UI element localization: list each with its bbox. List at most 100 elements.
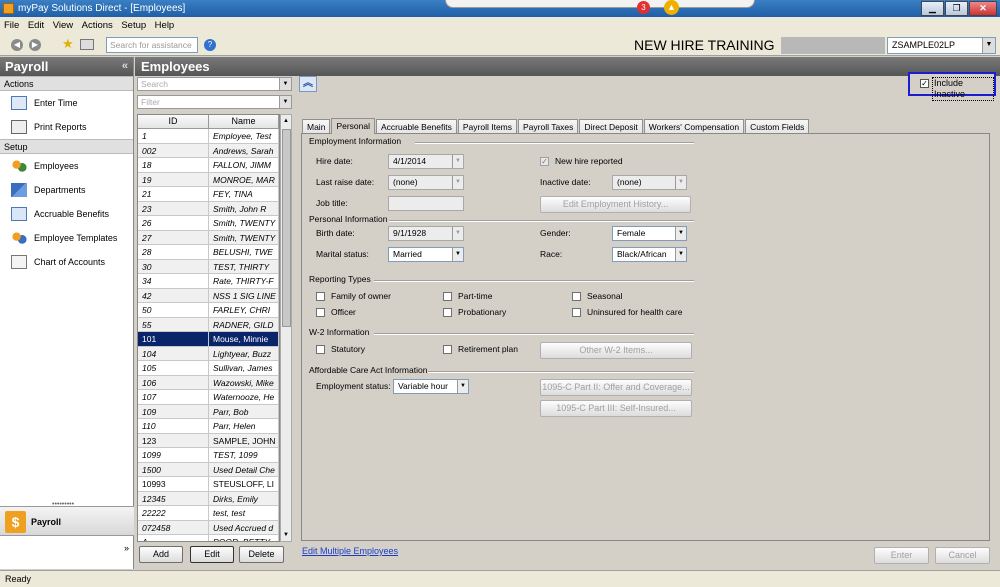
favorites-star-icon[interactable]: ★ xyxy=(62,36,74,52)
add-button[interactable]: Add xyxy=(139,546,183,563)
table-row[interactable]: 107 Waternooze, He xyxy=(138,390,279,405)
warning-icon[interactable]: ▲ xyxy=(664,0,679,15)
retirement-plan-checkbox[interactable] xyxy=(443,345,452,354)
menu-actions[interactable]: Actions xyxy=(79,20,116,31)
inactive-date-field[interactable]: (none) ▼ xyxy=(612,175,687,190)
nav-more-chevron-icon[interactable]: » xyxy=(124,543,129,553)
table-scrollbar[interactable]: ▲ ▼ xyxy=(280,114,292,542)
table-row[interactable]: 072458 Used Accrued d xyxy=(138,520,279,535)
edit-multiple-employees-link[interactable]: Edit Multiple Employees xyxy=(302,546,398,556)
nav-item-employee-templates[interactable]: Employee Templates xyxy=(0,226,133,250)
tab-payroll-taxes[interactable]: Payroll Taxes xyxy=(518,119,579,134)
tab-direct-deposit[interactable]: Direct Deposit xyxy=(579,119,643,134)
table-row[interactable]: 123 SAMPLE, JOHN xyxy=(138,433,279,448)
table-row[interactable]: 34 Rate, THIRTY-F xyxy=(138,274,279,289)
close-button[interactable]: ✕ xyxy=(969,1,997,16)
edit-employment-history-button[interactable]: Edit Employment History... xyxy=(540,196,691,213)
tab-accruable-benefits[interactable]: Accruable Benefits xyxy=(376,119,457,134)
column-header-name[interactable]: Name xyxy=(209,115,279,128)
gender-select[interactable]: Female ▼ xyxy=(612,226,687,241)
history-icon[interactable] xyxy=(80,39,94,50)
job-title-input[interactable] xyxy=(388,196,464,211)
employee-search-input[interactable]: Search ▼ xyxy=(137,77,292,91)
statutory-checkbox[interactable] xyxy=(316,345,325,354)
table-row[interactable]: 23 Smith, John R xyxy=(138,201,279,216)
tab-personal[interactable]: Personal xyxy=(331,118,375,134)
hire-date-field[interactable]: 4/1/2014 ▼ xyxy=(388,154,464,169)
table-row[interactable]: 104 Lightyear, Buzz xyxy=(138,346,279,361)
table-row[interactable]: 21 FEY, TINA xyxy=(138,187,279,202)
column-header-id[interactable]: ID xyxy=(138,115,209,128)
table-row[interactable]: 30 TEST, THIRTY xyxy=(138,259,279,274)
menu-edit[interactable]: Edit xyxy=(25,20,47,31)
delete-button[interactable]: Delete xyxy=(239,546,284,563)
officer-checkbox[interactable] xyxy=(316,308,325,317)
1095c-part3-button[interactable]: 1095-C Part III: Self-Insured... xyxy=(540,400,692,417)
assistance-search-input[interactable]: Search for assistance xyxy=(106,37,198,53)
forward-icon[interactable]: ▶ xyxy=(29,39,41,51)
nav-item-employees[interactable]: Employees xyxy=(0,154,133,178)
seasonal-checkbox[interactable] xyxy=(572,292,581,301)
minimize-button[interactable]: ▁ xyxy=(921,1,944,16)
table-row[interactable]: 002 Andrews, Sarah xyxy=(138,143,279,158)
tab-workers-compensation[interactable]: Workers' Compensation xyxy=(643,119,745,134)
enter-button[interactable]: Enter xyxy=(874,547,929,564)
table-row[interactable]: 28 BELUSHI, TWE xyxy=(138,245,279,260)
table-row[interactable]: 1500 Used Detail Che xyxy=(138,462,279,477)
nav-module-payroll[interactable]: $ Payroll xyxy=(0,506,134,536)
nav-item-print-reports[interactable]: Print Reports xyxy=(0,115,133,139)
nav-item-chart-of-accounts[interactable]: Chart of Accounts xyxy=(0,250,133,274)
table-row[interactable]: 1 Employee, Test xyxy=(138,129,279,144)
employee-filter-input[interactable]: Filter ▼ xyxy=(137,95,292,109)
help-icon[interactable]: ? xyxy=(204,39,216,51)
family-of-owner-checkbox[interactable] xyxy=(316,292,325,301)
checkbox-checked[interactable]: ✓ xyxy=(920,79,929,88)
1095c-part2-button[interactable]: 1095-C Part II: Offer and Coverage... xyxy=(540,379,692,396)
table-row[interactable]: 12345 Dirks, Emily xyxy=(138,491,279,506)
notification-count-badge[interactable]: 3 xyxy=(637,1,650,14)
table-row[interactable]: 105 Sullivan, James xyxy=(138,361,279,376)
tab-payroll-items[interactable]: Payroll Items xyxy=(457,119,517,134)
table-row[interactable]: 42 NSS 1 SIG LINE xyxy=(138,288,279,303)
tab-custom-fields[interactable]: Custom Fields xyxy=(745,119,810,134)
birth-date-field[interactable]: 9/1/1928 ▼ xyxy=(388,226,464,241)
cancel-button[interactable]: Cancel xyxy=(935,547,990,564)
table-row[interactable]: 50 FARLEY, CHRI xyxy=(138,303,279,318)
new-hire-reported-checkbox[interactable]: ✓ xyxy=(540,157,549,166)
uninsured-checkbox[interactable] xyxy=(572,308,581,317)
last-raise-field[interactable]: (none) ▼ xyxy=(388,175,464,190)
menu-view[interactable]: View xyxy=(50,20,76,31)
race-select[interactable]: Black/African ▼ xyxy=(612,247,687,262)
table-row[interactable]: 26 Smith, TWENTY xyxy=(138,216,279,231)
include-inactive-checkbox[interactable]: ✓ Include Inactive xyxy=(908,72,996,101)
table-row[interactable]: 10993 STEUSLOFF, LI xyxy=(138,477,279,492)
table-row[interactable]: 22222 test, test xyxy=(138,506,279,521)
table-row[interactable]: 101 Mouse, Minnie xyxy=(138,332,279,347)
notification-tab[interactable] xyxy=(445,0,755,8)
chevron-down-icon[interactable]: ▼ xyxy=(279,78,291,90)
collapse-up-icon[interactable]: ︽ xyxy=(299,76,317,92)
tab-main[interactable]: Main xyxy=(302,119,331,134)
table-row[interactable]: A POOR, BETTY xyxy=(138,535,279,541)
nav-item-departments[interactable]: Departments xyxy=(0,178,133,202)
table-row[interactable]: 110 Parr, Helen xyxy=(138,419,279,434)
table-row[interactable]: 106 Wazowski, Mike xyxy=(138,375,279,390)
menu-setup[interactable]: Setup xyxy=(118,20,149,31)
probationary-checkbox[interactable] xyxy=(443,308,452,317)
scroll-down-icon[interactable]: ▼ xyxy=(281,529,291,541)
part-time-checkbox[interactable] xyxy=(443,292,452,301)
back-icon[interactable]: ◀ xyxy=(11,39,23,51)
scroll-thumb[interactable] xyxy=(282,129,291,327)
table-row[interactable]: 1099 TEST, 1099 xyxy=(138,448,279,463)
nav-item-accruable-benefits[interactable]: Accruable Benefits xyxy=(0,202,133,226)
employment-status-select[interactable]: Variable hour ▼ xyxy=(393,379,469,394)
table-row[interactable]: 18 FALLON, JIMM xyxy=(138,158,279,173)
restore-button[interactable]: ❐ xyxy=(945,1,968,16)
menu-help[interactable]: Help xyxy=(152,20,178,31)
marital-status-select[interactable]: Married ▼ xyxy=(388,247,464,262)
edit-button[interactable]: Edit xyxy=(190,546,234,563)
scroll-up-icon[interactable]: ▲ xyxy=(281,115,291,127)
table-row[interactable]: 109 Parr, Bob xyxy=(138,404,279,419)
table-row[interactable]: 55 RADNER, GILD xyxy=(138,317,279,332)
other-w2-items-button[interactable]: Other W-2 Items... xyxy=(540,342,692,359)
